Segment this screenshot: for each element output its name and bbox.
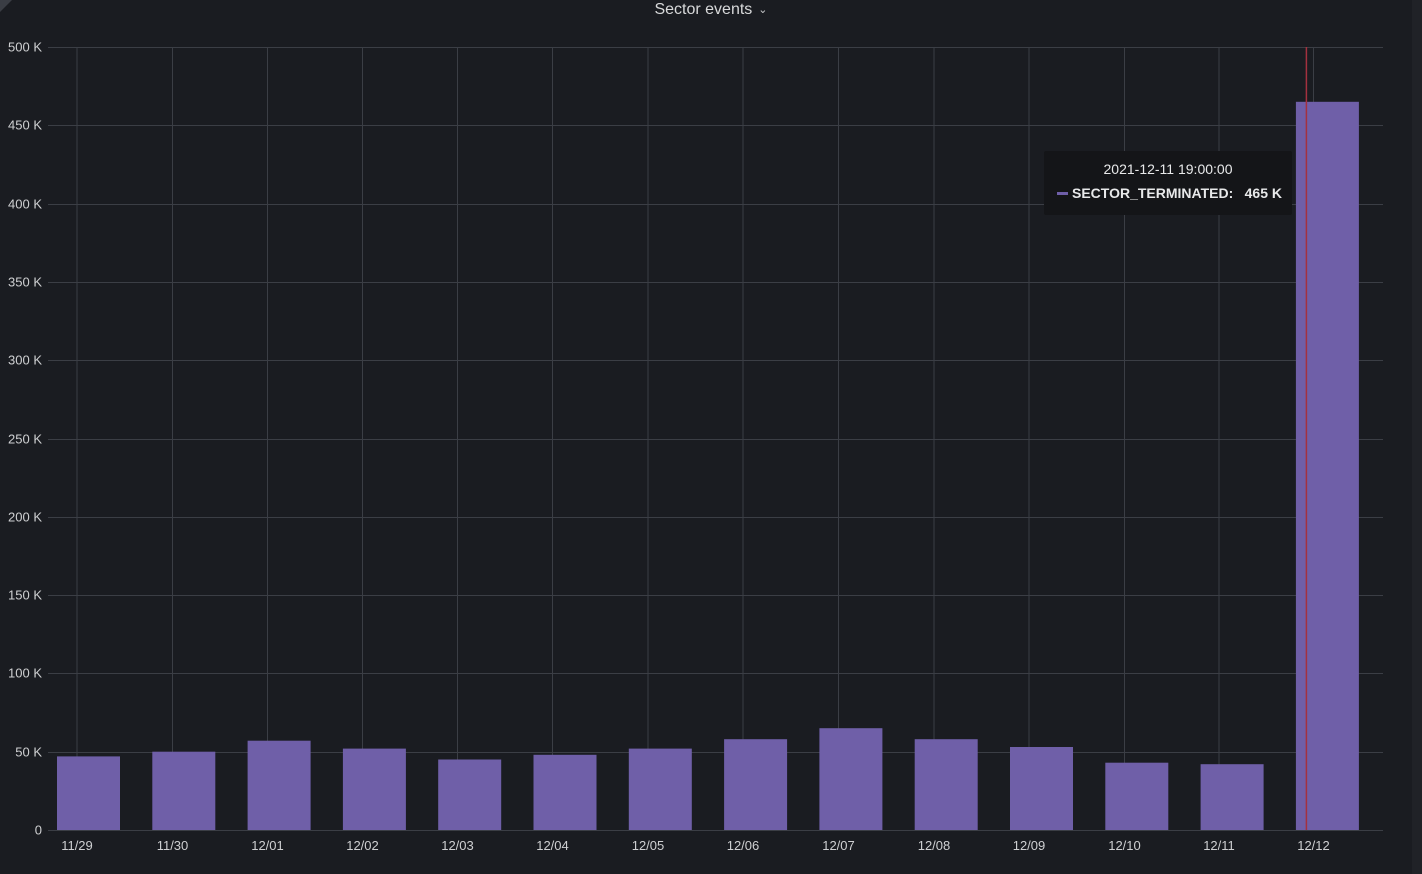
y-tick-label: 250 K bbox=[8, 432, 42, 447]
chart-panel: Sector events ⌄ 0 50 K 100 K 150 K 200 K 250 … bbox=[0, 0, 1422, 874]
bar-12-01[interactable] bbox=[247, 740, 311, 830]
x-tick-label: 12/10 bbox=[1108, 838, 1141, 853]
bar-12-05[interactable] bbox=[628, 748, 692, 830]
bar-11-29[interactable] bbox=[57, 756, 120, 830]
series-color-swatch bbox=[1057, 191, 1068, 195]
bar-12-06[interactable] bbox=[724, 739, 788, 830]
bar-12-03[interactable] bbox=[438, 759, 502, 831]
y-tick-label: 300 K bbox=[8, 353, 42, 368]
panel-scrollbar[interactable] bbox=[1412, 0, 1422, 874]
y-tick-label: 150 K bbox=[8, 588, 42, 603]
bar-12-09[interactable] bbox=[1010, 747, 1073, 830]
x-tick-label: 12/04 bbox=[536, 838, 569, 853]
tooltip-series-value: 465 K bbox=[1244, 185, 1282, 201]
bar-chart[interactable]: 0 50 K 100 K 150 K 200 K 250 K 300 K 350 K 400 K… bbox=[0, 0, 1422, 874]
bar-11-30[interactable] bbox=[152, 751, 216, 830]
bar-12-04[interactable] bbox=[533, 754, 597, 830]
x-tick-label: 11/30 bbox=[157, 838, 189, 853]
tooltip-series-row: SECTOR_TERMINATED: 465 K bbox=[1044, 185, 1292, 201]
x-tick-label: 12/05 bbox=[632, 838, 665, 853]
bar-12-12[interactable] bbox=[1295, 101, 1359, 831]
bar-12-08[interactable] bbox=[914, 739, 978, 830]
x-tick-label: 12/11 bbox=[1203, 838, 1235, 853]
y-tick-label: 450 K bbox=[8, 118, 42, 133]
x-tick-label: 12/06 bbox=[727, 838, 760, 853]
x-tick-label: 12/01 bbox=[251, 838, 284, 853]
x-tick-label: 12/09 bbox=[1013, 838, 1046, 853]
y-tick-label: 500 K bbox=[8, 40, 42, 55]
x-tick-label: 11/29 bbox=[61, 838, 93, 853]
tooltip-timestamp: 2021-12-11 19:00:00 bbox=[1103, 161, 1233, 177]
y-tick-label: 100 K bbox=[8, 666, 42, 681]
x-tick-label: 12/02 bbox=[346, 838, 379, 853]
y-tick-label: 200 K bbox=[8, 510, 42, 525]
y-tick-label: 350 K bbox=[8, 275, 42, 290]
bar-12-11[interactable] bbox=[1200, 764, 1264, 830]
x-tick-label: 12/03 bbox=[441, 838, 474, 853]
y-tick-label: 50 K bbox=[15, 745, 42, 760]
y-tick-label: 400 K bbox=[8, 197, 42, 212]
y-tick-label: 0 bbox=[35, 823, 42, 838]
hover-tooltip: 2021-12-11 19:00:00 SECTOR_TERMINATED: 4… bbox=[1044, 151, 1292, 215]
tooltip-series-name: SECTOR_TERMINATED: bbox=[1072, 185, 1234, 201]
bar-12-07[interactable] bbox=[819, 728, 883, 830]
x-tick-label: 12/08 bbox=[918, 838, 951, 853]
bar-12-10[interactable] bbox=[1105, 762, 1169, 830]
bar-12-02[interactable] bbox=[342, 748, 406, 830]
x-tick-label: 12/07 bbox=[822, 838, 855, 853]
x-tick-label: 12/12 bbox=[1297, 838, 1330, 853]
